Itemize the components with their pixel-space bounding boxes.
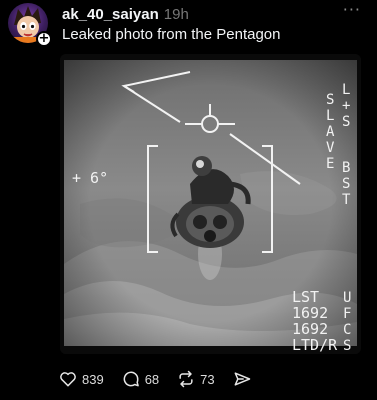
- hud-edge-letter-2: C: [343, 322, 351, 338]
- comment-count: 68: [144, 371, 160, 387]
- more-icon[interactable]: ···: [343, 2, 361, 18]
- hud-edge-2: S: [342, 114, 350, 130]
- post-header: ak_40_saiyan 19h ···: [62, 2, 365, 24]
- username-link[interactable]: ak_40_saiyan: [62, 6, 159, 23]
- hud-edge2-1: S: [342, 176, 350, 192]
- heart-icon: [60, 372, 76, 387]
- hud-slave-2: A: [326, 124, 335, 140]
- hud-edge-letter-3: S: [343, 338, 351, 354]
- comment-button[interactable]: 68: [121, 369, 159, 389]
- hud-edge-letter-0: U: [343, 290, 351, 306]
- repost-icon: [179, 370, 193, 388]
- post-timestamp: 19h: [163, 5, 189, 23]
- share-button[interactable]: [232, 369, 256, 389]
- like-button[interactable]: 839: [58, 369, 104, 389]
- hud-edge2-2: T: [342, 192, 351, 208]
- hud-edge-0: L: [342, 82, 350, 98]
- hud-slave-1: L: [326, 108, 334, 124]
- hud-edge-letter-1: F: [343, 306, 351, 322]
- like-count: 839: [82, 371, 104, 387]
- flir-footage-image: + 6° LST 1692 1692 LTD/R S L A V E L + S…: [60, 54, 361, 354]
- post-image[interactable]: + 6° LST 1692 1692 LTD/R S L A V E L + S…: [60, 54, 361, 354]
- post-caption: Leaked photo from the Pentagon: [62, 26, 281, 43]
- repost-count: 73: [200, 371, 215, 387]
- hud-ltd: LTD/R: [292, 336, 338, 354]
- hud-edge2-0: B: [342, 160, 350, 176]
- comment-icon: [123, 371, 139, 387]
- action-bar: 839 68 73: [58, 368, 273, 390]
- follow-add-icon[interactable]: +: [36, 31, 52, 47]
- repost-button[interactable]: 73: [176, 369, 215, 389]
- share-icon: [234, 372, 250, 386]
- hud-slave-0: S: [326, 92, 334, 108]
- hud-slave-3: V: [326, 140, 335, 156]
- hud-slave-4: E: [326, 156, 334, 172]
- hud-edge-1: +: [342, 98, 350, 114]
- hud-angle: + 6°: [72, 169, 108, 187]
